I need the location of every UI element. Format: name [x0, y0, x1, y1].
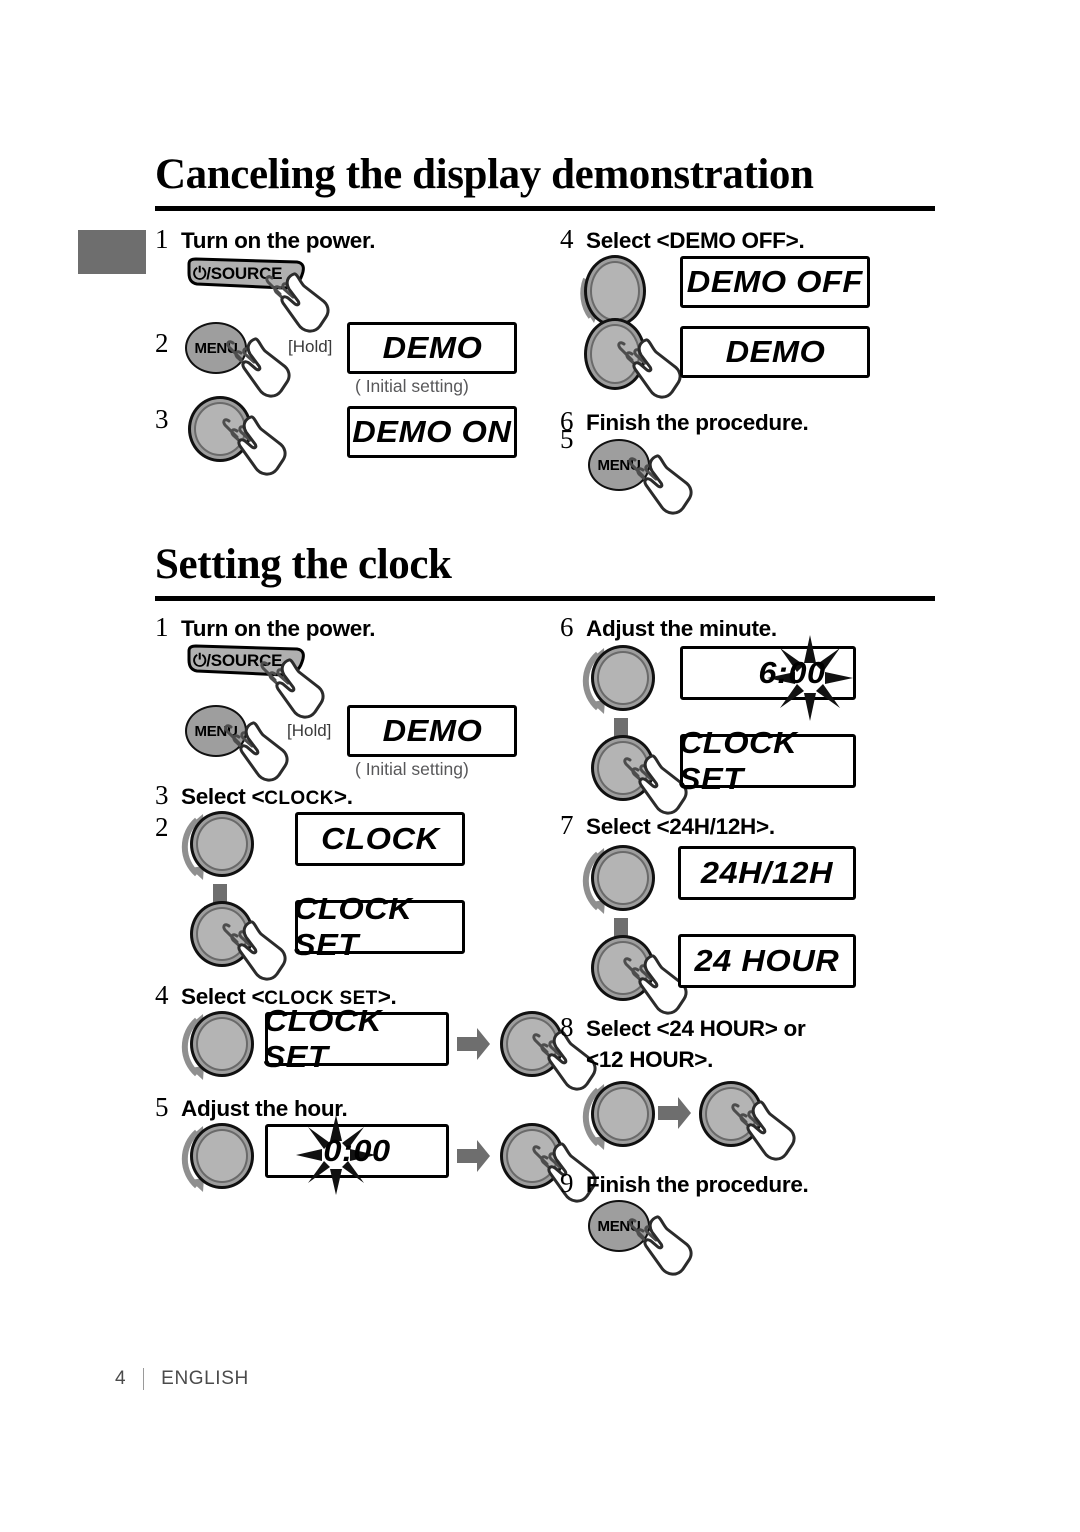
step-label-line1: Select <24 HOUR> or [586, 1016, 806, 1041]
display-24-hour: 24 HOUR [678, 934, 856, 988]
hand-pointer-icon [219, 713, 293, 787]
hand-pointer-icon [612, 330, 686, 404]
step-number: 9 [560, 1168, 574, 1198]
control-knob-turn[interactable] [181, 810, 257, 880]
hand-pointer-icon [623, 1207, 697, 1281]
display-text: 6:00 [758, 655, 826, 690]
initial-setting-note: ( Initial setting) [355, 376, 469, 396]
step-label-caps: CLOCK [264, 788, 334, 809]
display-demo-on: DEMO ON [347, 406, 517, 458]
display-text: 24H/12H [700, 855, 834, 890]
control-knob-turn[interactable] [580, 255, 652, 327]
display-demo: DEMO [680, 326, 870, 378]
step-label: Turn on the power. [181, 616, 376, 641]
sequence-right-arrow-icon [457, 1027, 491, 1061]
hold-note: [Hold] [287, 721, 332, 740]
footer-page-number: 4 [115, 1368, 127, 1389]
section-setting-clock: Setting the clock [155, 541, 935, 602]
display-text: DEMO OFF [686, 264, 863, 299]
step-label: Finish the procedure. [586, 1172, 809, 1197]
footer-language: ENGLISH [161, 1368, 249, 1389]
hand-pointer-icon [260, 264, 334, 338]
section-rule [155, 596, 935, 602]
knob-inner-ring [196, 817, 248, 871]
step-clock-9: 9 Finish the procedure. [560, 1168, 809, 1199]
display-clock-set: CLOCK SET [294, 891, 465, 962]
manual-page: Canceling the display demonstration 1 Tu… [0, 0, 1080, 1532]
sequence-right-arrow-icon [457, 1139, 491, 1173]
display-text: 24 HOUR [694, 943, 840, 978]
display-demo: DEMO [347, 322, 517, 374]
section-title-setting-clock: Setting the clock [155, 541, 452, 588]
display-clock: CLOCK [295, 812, 465, 866]
footer-divider [143, 1368, 145, 1390]
display-clock-set: CLOCK SET [679, 725, 856, 796]
canceling-demo-right-column: 4 Select <DEMO OFF>. DEMO OFF 5 DEMO 6 F… [560, 224, 980, 515]
display-text: DEMO ON [352, 414, 512, 449]
hold-note: [Hold] [288, 337, 333, 356]
page-footer: 4 ENGLISH [115, 1368, 249, 1390]
knob-inner-ring [597, 851, 649, 905]
control-knob-turn[interactable] [582, 1080, 658, 1150]
control-knob-turn[interactable] [582, 644, 658, 714]
step-number: 1 [155, 612, 169, 642]
hand-pointer-icon [726, 1092, 800, 1166]
display-text: DEMO [382, 330, 482, 365]
step-clock-8: 8 Select <24 HOUR> or <12 HOUR>. [560, 1012, 806, 1074]
display-text: DEMO [725, 334, 825, 369]
display-text: CLOCK SET [293, 891, 413, 962]
display-clock-set: CLOCK SET [264, 1003, 449, 1074]
sequence-right-arrow-icon [658, 1096, 692, 1130]
step-label: Turn on the power. [181, 228, 376, 253]
edge-index-tab [78, 230, 146, 274]
step-number: 3 [155, 404, 169, 434]
control-knob-turn[interactable] [582, 844, 658, 914]
hand-pointer-icon [217, 407, 291, 481]
knob-inner-ring [196, 1129, 248, 1183]
step-number: 8 [560, 1012, 574, 1042]
section-canceling-demo: Canceling the display demonstration [155, 151, 935, 212]
hand-pointer-icon [217, 912, 291, 986]
hand-pointer-icon [623, 446, 697, 520]
step-number: 6 [560, 406, 574, 436]
step-number: 1 [155, 224, 169, 254]
display-demo: DEMO [347, 705, 517, 757]
power-icon: ⏻ [193, 651, 207, 670]
canceling-demo-left-column: 1 Turn on the power. ⏻/SOURCE 2 MENU [Ho… [155, 224, 575, 494]
step-label-post: >. [333, 784, 353, 809]
power-icon: ⏻ [193, 264, 207, 283]
step-label: Finish the procedure. [586, 410, 809, 435]
control-knob-turn[interactable] [181, 1010, 257, 1080]
knob-inner-ring [597, 1087, 649, 1141]
display-text: 0:00 [323, 1133, 391, 1168]
step-clock-1: 1 Turn on the power. [155, 612, 375, 643]
display-text: DEMO [382, 713, 482, 748]
knob-inner-ring [597, 651, 649, 705]
display-24h-12h: 24H/12H [678, 846, 856, 900]
display-text: CLOCK SET [678, 725, 798, 796]
display-clock-time: 6:00 [680, 635, 856, 721]
display-text: CLOCK [320, 821, 440, 856]
display-demo-off: DEMO OFF [680, 256, 870, 308]
display-clock-time: 0:00 [265, 1115, 449, 1195]
knob-inner-ring [590, 261, 640, 321]
knob-inner-ring [196, 1017, 248, 1071]
hand-pointer-icon [221, 329, 295, 403]
section-title-canceling-demo: Canceling the display demonstration [155, 151, 814, 198]
section-rule [155, 206, 935, 212]
display-text: CLOCK SET [263, 1003, 382, 1074]
step-number: 2 [155, 328, 169, 358]
step-canceling-6: 6 Finish the procedure. [560, 406, 809, 437]
initial-setting-note: ( Initial setting) [355, 759, 469, 779]
control-knob-turn[interactable] [181, 1122, 257, 1192]
step-canceling-1: 1 Turn on the power. [155, 224, 375, 255]
